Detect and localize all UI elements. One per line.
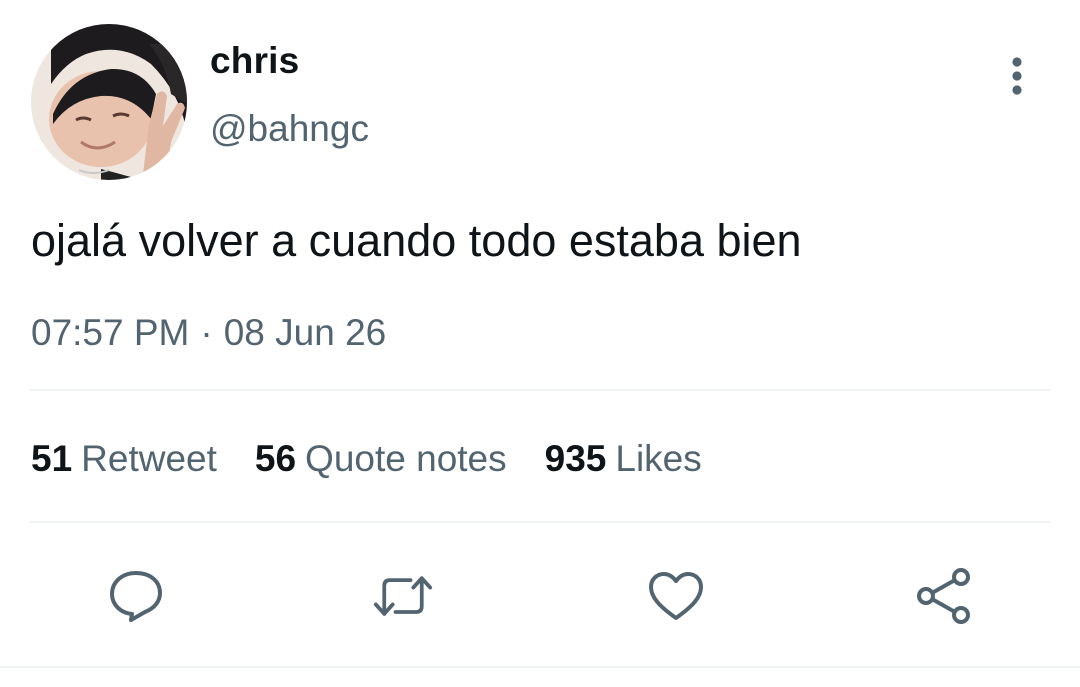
tweet-time[interactable]: 07:57 PM [31,312,189,353]
tweet-meta: 07:57 PM · 08 Jun 26 [31,312,386,354]
avatar-photo [31,24,187,180]
share-icon [917,568,970,624]
retweet-stat[interactable]: 51 Retweet [31,438,217,480]
share-button[interactable] [914,566,974,626]
reply-icon [110,571,162,622]
reply-button[interactable] [106,566,166,626]
divider [30,521,1050,523]
divider [0,666,1080,668]
display-name[interactable]: chris [210,40,299,82]
retweet-label: Retweet [81,438,217,479]
tweet-date[interactable]: 08 Jun 26 [224,312,387,353]
tweet-stats: 51 Retweet 56 Quote notes 935 Likes [31,438,702,480]
more-vertical-icon [1012,57,1022,95]
heart-icon [649,572,703,620]
meta-separator: · [200,312,213,353]
more-options-button[interactable] [996,52,1038,100]
quote-stat[interactable]: 56 Quote notes [255,438,507,480]
divider [30,389,1050,391]
retweet-icon [373,576,433,616]
quote-count: 56 [254,438,297,479]
quote-label: Quote notes [305,438,507,479]
avatar[interactable] [31,24,187,180]
likes-count: 935 [544,438,607,479]
retweet-button[interactable] [373,566,433,626]
user-handle[interactable]: @bahngc [210,108,369,150]
likes-stat[interactable]: 935 Likes [545,438,702,480]
retweet-count: 51 [31,438,73,479]
likes-label: Likes [615,438,702,479]
like-button[interactable] [646,566,706,626]
tweet-text: ojalá volver a cuando todo estaba bien [31,215,802,266]
